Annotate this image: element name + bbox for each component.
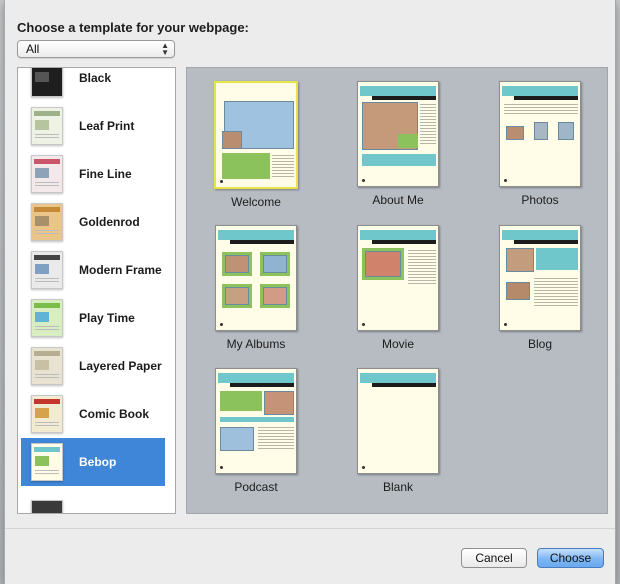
template-welcome[interactable]: Welcome xyxy=(201,81,311,209)
template-label: My Albums xyxy=(226,337,286,351)
category-popup-value: All xyxy=(26,42,40,56)
theme-item-label: Bebop xyxy=(79,455,117,469)
template-label: Photos xyxy=(521,193,559,207)
theme-thumbnail xyxy=(31,500,63,513)
theme-item-bebop[interactable]: Bebop xyxy=(21,438,165,486)
theme-item-label: Leaf Print xyxy=(79,119,135,133)
template-chooser-sheet: Choose a template for your webpage: All … xyxy=(4,0,616,584)
theme-item-label: Goldenrod xyxy=(79,215,140,229)
theme-item-leaf-print[interactable]: Leaf Print xyxy=(21,102,165,150)
theme-item-goldenrod[interactable]: Goldenrod xyxy=(21,198,165,246)
theme-thumbnail xyxy=(31,203,63,241)
theme-thumbnail xyxy=(31,443,63,481)
theme-thumbnail xyxy=(31,299,63,337)
template-thumbnail xyxy=(357,368,439,474)
template-thumbnail xyxy=(214,81,298,189)
footer-divider xyxy=(5,528,615,529)
theme-thumbnail xyxy=(31,395,63,433)
template-thumbnail xyxy=(215,225,297,331)
template-label: Welcome xyxy=(231,195,281,209)
theme-item-label: Fine Line xyxy=(79,167,132,181)
choose-button[interactable]: Choose xyxy=(537,548,604,568)
theme-list[interactable]: Black Leaf Print Fine Line Goldenrod Mod… xyxy=(17,67,176,514)
template-thumbnail xyxy=(357,225,439,331)
theme-thumbnail xyxy=(31,251,63,289)
theme-thumbnail xyxy=(31,347,63,385)
template-about-me[interactable]: About Me xyxy=(343,81,453,207)
theme-thumbnail xyxy=(31,155,63,193)
theme-item-layered-paper[interactable]: Layered Paper xyxy=(21,342,165,390)
template-blank[interactable]: Blank xyxy=(343,368,453,494)
category-popup[interactable]: All ▲ ▼ xyxy=(17,40,175,58)
theme-item-comic-book[interactable]: Comic Book xyxy=(21,390,165,438)
template-label: About Me xyxy=(372,193,424,207)
template-thumbnail xyxy=(499,81,581,187)
template-movie[interactable]: Movie xyxy=(343,225,453,351)
theme-item-label: Play Time xyxy=(79,311,135,325)
template-blog[interactable]: Blog xyxy=(485,225,595,351)
template-thumbnail xyxy=(215,368,297,474)
theme-item-play-time[interactable]: Play Time xyxy=(21,294,165,342)
template-label: Blog xyxy=(527,337,553,351)
theme-item-black[interactable]: Black xyxy=(21,68,165,102)
template-podcast[interactable]: Podcast xyxy=(201,368,311,494)
theme-item-label: Comic Book xyxy=(79,407,150,421)
theme-item-fine-line[interactable]: Fine Line xyxy=(21,150,165,198)
up-down-arrows-icon: ▲ ▼ xyxy=(161,41,169,57)
theme-item-label: Layered Paper xyxy=(79,359,162,373)
template-photos[interactable]: Photos xyxy=(485,81,595,207)
template-my-albums[interactable]: My Albums xyxy=(201,225,311,351)
theme-item-label: Black xyxy=(79,71,112,85)
template-thumbnail xyxy=(357,81,439,187)
template-gallery: Welcome About Me Photos My Albums Movie … xyxy=(186,67,608,514)
template-label: Blank xyxy=(382,480,414,494)
theme-thumbnail xyxy=(31,107,63,145)
theme-item-label: Modern Frame xyxy=(79,263,162,277)
theme-item-modern-frame[interactable]: Modern Frame xyxy=(21,246,165,294)
dialog-prompt: Choose a template for your webpage: xyxy=(17,20,249,35)
theme-item-next[interactable] xyxy=(21,486,165,513)
template-label: Podcast xyxy=(234,480,278,494)
template-thumbnail xyxy=(499,225,581,331)
cancel-button[interactable]: Cancel xyxy=(461,548,527,568)
template-label: Movie xyxy=(381,337,414,351)
theme-thumbnail xyxy=(31,68,63,97)
